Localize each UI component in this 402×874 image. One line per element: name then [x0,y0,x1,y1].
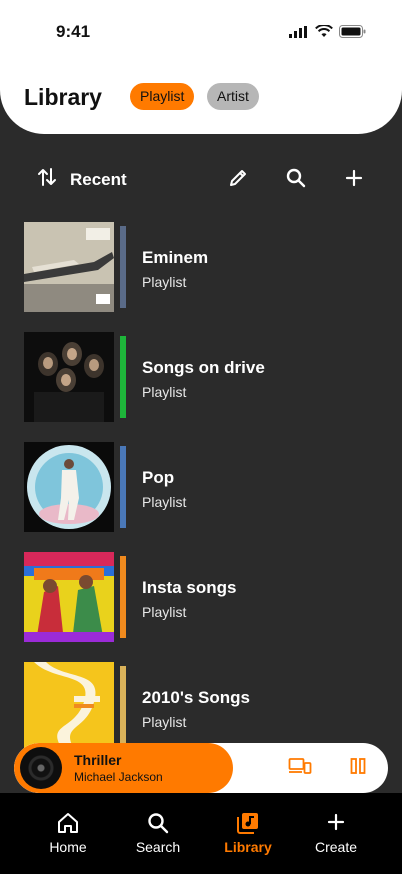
now-playing-title: Thriller [74,752,122,768]
sort-icon [36,166,58,193]
album-cover [24,552,114,642]
chip-playlist[interactable]: Playlist [130,83,195,110]
cover-art [24,552,128,642]
pause-icon [349,757,367,780]
stack-stripe [120,226,126,308]
album-cover [24,442,114,532]
devices-icon [288,756,312,781]
library-icon [208,811,288,835]
nav-label-library: Library [224,839,272,855]
album-cover [24,332,114,422]
cover-art [24,222,128,312]
item-subtitle: Playlist [142,384,187,400]
item-subtitle: Playlist [142,274,187,290]
page-title: Library [24,84,102,110]
add-button[interactable] [342,168,366,192]
home-icon [28,811,108,835]
album-cover [24,662,114,752]
item-title: 2010's Songs [142,688,250,707]
edit-button[interactable] [226,168,250,192]
pause-button[interactable] [346,756,370,780]
library-toolbar: Recent [0,160,402,200]
cover-art [24,442,128,532]
list-item[interactable]: 2010's Songs Playlist [0,662,402,754]
nav-label-create: Create [314,839,358,855]
stack-stripe [120,556,126,638]
status-icons [289,24,366,43]
chip-artist[interactable]: Artist [207,83,259,110]
nav-home[interactable]: Home [28,811,108,855]
item-title: Pop [142,468,175,487]
app-screen: 9:41 Library Playlist Artist Recent Emin… [0,0,402,874]
item-subtitle: Playlist [142,714,187,730]
nav-label-search: Search [135,839,181,855]
nav-label-home: Home [49,839,87,855]
wifi-icon [315,24,333,43]
sort-label: Recent [70,169,127,189]
stack-stripe [120,446,126,528]
cover-art [24,662,128,752]
mini-player[interactable]: Thriller Michael Jackson [14,743,388,793]
search-icon [118,811,198,835]
now-playing-artist: Michael Jackson [74,770,163,784]
search-button[interactable] [284,168,308,192]
pencil-icon [227,167,249,194]
list-item[interactable]: Songs on drive Playlist [0,332,402,424]
item-title: Insta songs [142,578,237,597]
status-time: 9:41 [56,22,91,41]
nav-create[interactable]: Create [296,811,376,855]
album-cover [24,222,114,312]
cover-art [24,332,128,422]
item-subtitle: Playlist [142,494,187,510]
stack-stripe [120,336,126,418]
search-icon [285,167,307,194]
nav-library[interactable]: Library [208,811,288,855]
signal-icon [289,25,309,43]
item-title: Songs on drive [142,358,265,377]
sort-button[interactable]: Recent [36,166,127,193]
plus-icon [296,811,376,835]
list-item[interactable]: Pop Playlist [0,442,402,534]
battery-icon [339,25,366,43]
item-title: Eminem [142,248,209,267]
nav-search[interactable]: Search [118,811,198,855]
vinyl-disc-icon [20,747,62,789]
devices-button[interactable] [288,756,312,780]
plus-icon [344,168,364,193]
stack-stripe [120,666,126,748]
item-subtitle: Playlist [142,604,187,620]
list-item[interactable]: Eminem Playlist [0,222,402,314]
header: 9:41 Library Playlist Artist [0,0,402,134]
list-item[interactable]: Insta songs Playlist [0,552,402,644]
bottom-nav: Home Search Library Create [0,793,402,874]
